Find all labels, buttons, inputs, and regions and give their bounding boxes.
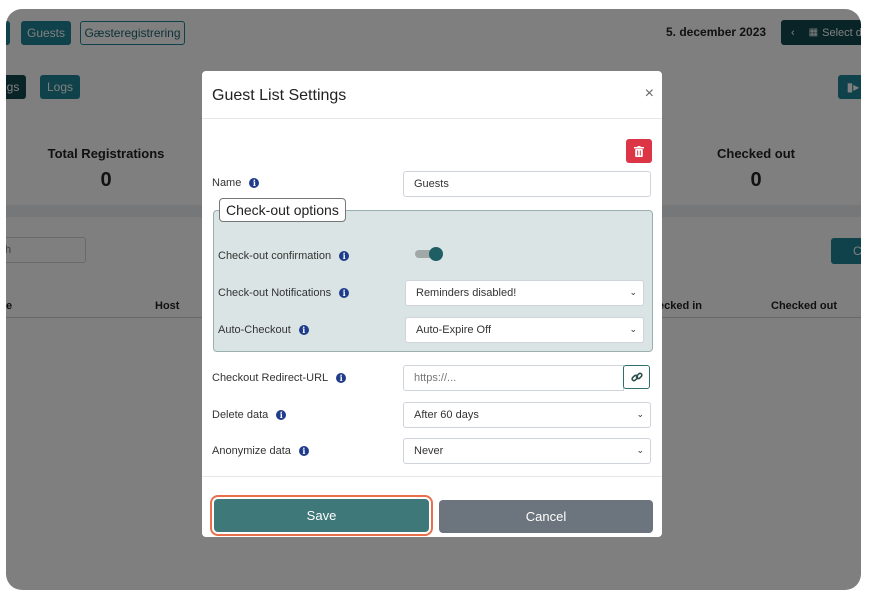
- close-icon[interactable]: ×: [645, 85, 654, 103]
- checkout-options-legend: Check-out options: [219, 198, 346, 222]
- checkout-confirmation-toggle[interactable]: [415, 247, 445, 261]
- name-input[interactable]: Guests: [403, 171, 651, 197]
- checkout-notifications-select[interactable]: Reminders disabled! ⌄: [405, 280, 644, 306]
- checkout-confirmation-row: Check-out confirmation i: [218, 250, 350, 262]
- checkout-notifications-value: Reminders disabled!: [416, 287, 517, 299]
- save-button[interactable]: Save: [214, 499, 429, 532]
- auto-checkout-label: Auto-Checkout: [218, 324, 291, 336]
- redirect-url-label: Checkout Redirect-URL: [212, 372, 329, 384]
- info-icon[interactable]: i: [298, 446, 309, 456]
- info-icon[interactable]: i: [339, 288, 350, 298]
- modal-footer-divider: [202, 476, 662, 477]
- anonymize-data-value: Never: [414, 445, 444, 457]
- redirect-url-row: Checkout Redirect-URL i: [212, 372, 347, 384]
- chevron-down-icon: ⌄: [636, 444, 644, 455]
- checkout-confirmation-label: Check-out confirmation: [218, 250, 332, 262]
- cancel-button[interactable]: Cancel: [439, 500, 653, 533]
- redirect-url-input[interactable]: https://...: [403, 365, 624, 391]
- anonymize-data-label: Anonymize data: [212, 445, 291, 457]
- link-icon: [630, 372, 643, 382]
- anonymize-data-row: Anonymize data i: [212, 445, 309, 457]
- redirect-url-placeholder: https://...: [414, 372, 457, 384]
- app-window: Guests Gæsteregistrering 5. december 202…: [6, 9, 861, 590]
- modal-title: Guest List Settings: [212, 87, 347, 104]
- delete-data-select[interactable]: After 60 days ⌄: [403, 402, 651, 428]
- chevron-down-icon: ⌄: [629, 286, 637, 297]
- info-icon[interactable]: i: [276, 410, 287, 420]
- info-icon[interactable]: i: [249, 178, 260, 188]
- info-icon[interactable]: i: [298, 325, 309, 335]
- delete-data-row: Delete data i: [212, 409, 287, 421]
- guest-list-settings-modal: Guest List Settings × Name i Guests Chec…: [202, 71, 662, 537]
- modal-header: Guest List Settings ×: [202, 71, 662, 119]
- delete-data-label: Delete data: [212, 409, 269, 421]
- anonymize-data-select[interactable]: Never ⌄: [403, 438, 651, 464]
- chevron-down-icon: ⌄: [636, 408, 644, 419]
- trash-icon: [634, 145, 644, 157]
- link-button[interactable]: [623, 365, 650, 389]
- chevron-down-icon: ⌄: [629, 323, 637, 334]
- checkout-notifications-label: Check-out Notifications: [218, 287, 332, 299]
- info-icon[interactable]: i: [336, 373, 347, 383]
- auto-checkout-select[interactable]: Auto-Expire Off ⌄: [405, 317, 644, 343]
- toggle-knob: [429, 247, 443, 261]
- auto-checkout-value: Auto-Expire Off: [416, 324, 491, 336]
- name-label: Name: [212, 177, 242, 189]
- auto-checkout-row: Auto-Checkout i: [218, 324, 309, 336]
- delete-button[interactable]: [626, 139, 652, 163]
- name-label-row: Name i: [212, 177, 260, 189]
- info-icon[interactable]: i: [339, 251, 350, 261]
- delete-data-value: After 60 days: [414, 409, 479, 421]
- checkout-notifications-row: Check-out Notifications i: [218, 287, 350, 299]
